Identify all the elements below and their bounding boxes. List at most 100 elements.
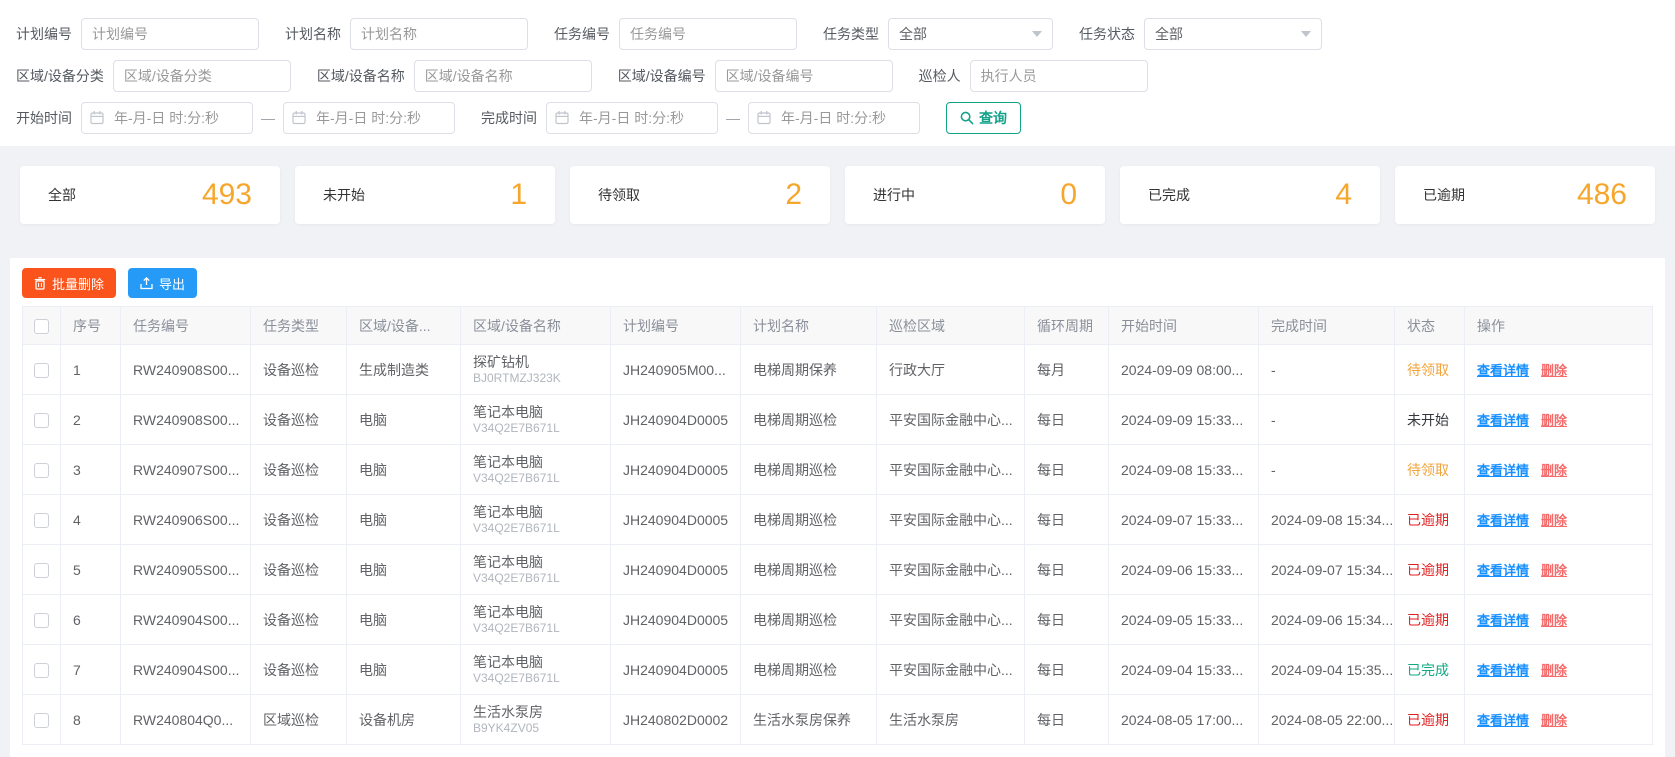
stat-card-overdue[interactable]: 已逾期 486 — [1395, 166, 1655, 224]
cell-area-name: 笔记本电脑 V34Q2E7B671L — [460, 444, 611, 495]
table-toolbar: 批量删除 导出 — [22, 268, 1653, 298]
select-all-checkbox[interactable] — [34, 318, 49, 334]
export-icon — [140, 276, 153, 290]
inspector-input[interactable] — [969, 60, 1148, 92]
start-time-from-input[interactable] — [81, 102, 253, 134]
stat-card-all[interactable]: 全部 493 — [20, 166, 280, 224]
start-time-to-input[interactable] — [283, 102, 455, 134]
stat-label: 待领取 — [598, 187, 640, 203]
row-checkbox[interactable] — [34, 562, 49, 578]
table-row: 8 RW240804Q0... 区域巡检 设备机房 生活水泵房 B9YK4ZV05 JH24… — [22, 694, 1653, 745]
stat-card-completed[interactable]: 已完成 4 — [1120, 166, 1380, 224]
cell-region: 平安国际金融中心... — [876, 544, 1025, 595]
col-seq: 序号 — [60, 306, 121, 345]
area-category-input[interactable] — [112, 60, 291, 92]
delete-link[interactable]: 删除 — [1541, 363, 1567, 378]
cell-cycle: 每日 — [1024, 594, 1109, 645]
view-detail-link[interactable]: 查看详情 — [1477, 613, 1529, 628]
delete-link[interactable]: 删除 — [1541, 413, 1567, 428]
cell-start-time: 2024-09-05 15:33... — [1108, 594, 1259, 645]
row-checkbox[interactable] — [34, 462, 49, 478]
task-type-select[interactable]: 全部 — [888, 18, 1053, 50]
cell-plan-no: JH240802D0002 — [610, 694, 741, 745]
cell-task-no: RW240908S00... — [120, 344, 251, 395]
task-status-select[interactable]: 全部 — [1144, 18, 1322, 50]
plan-name-input[interactable] — [350, 18, 528, 50]
cell-seq: 3 — [60, 444, 121, 495]
cell-status: 已逾期 — [1394, 594, 1465, 645]
cell-seq: 6 — [60, 594, 121, 645]
batch-delete-button[interactable]: 批量删除 — [22, 268, 117, 298]
view-detail-link[interactable]: 查看详情 — [1477, 713, 1529, 728]
stat-label: 已完成 — [1148, 187, 1190, 203]
row-checkbox[interactable] — [34, 612, 49, 628]
cell-cycle: 每月 — [1024, 344, 1109, 395]
batch-delete-label: 批量删除 — [52, 276, 105, 292]
task-no-label: 任务编号 — [554, 26, 610, 42]
calendar-icon — [757, 110, 771, 128]
task-no-input[interactable] — [619, 18, 797, 50]
stat-card-not-started[interactable]: 未开始 1 — [295, 166, 555, 224]
area-name-text: 笔记本电脑 — [473, 603, 543, 620]
cell-actions: 查看详情 删除 — [1464, 694, 1653, 745]
cell-area-name: 笔记本电脑 V34Q2E7B671L — [460, 494, 611, 545]
area-code-text: B9YK4ZV05 — [473, 720, 540, 735]
stat-value: 493 — [201, 178, 252, 211]
col-status: 状态 — [1394, 306, 1465, 345]
calendar-icon — [292, 110, 306, 128]
cell-task-no: RW240908S00... — [120, 394, 251, 445]
row-checkbox[interactable] — [34, 512, 49, 528]
cell-cycle: 每日 — [1024, 494, 1109, 545]
status-badge: 已逾期 — [1407, 611, 1449, 628]
delete-link[interactable]: 删除 — [1541, 663, 1567, 678]
view-detail-link[interactable]: 查看详情 — [1477, 663, 1529, 678]
status-badge: 已逾期 — [1407, 561, 1449, 578]
task-type-label: 任务类型 — [823, 26, 879, 42]
area-name-input[interactable] — [413, 60, 592, 92]
cell-seq: 5 — [60, 544, 121, 595]
row-checkbox[interactable] — [34, 362, 49, 378]
row-checkbox[interactable] — [34, 412, 49, 428]
filter-panel: 计划编号 计划名称 任务编号 任务类型 全部 任务状态 全部 — [0, 0, 1675, 146]
finish-time-from-input[interactable] — [546, 102, 718, 134]
area-no-input[interactable] — [714, 60, 893, 92]
col-cycle: 循环周期 — [1024, 306, 1109, 345]
area-no-label: 区域/设备编号 — [617, 68, 706, 84]
delete-link[interactable]: 删除 — [1541, 463, 1567, 478]
cell-plan-name: 生活水泵房保养 — [740, 694, 877, 745]
plan-no-input[interactable] — [81, 18, 259, 50]
view-detail-link[interactable]: 查看详情 — [1477, 363, 1529, 378]
cell-plan-no: JH240904D0005 — [610, 644, 741, 695]
delete-link[interactable]: 删除 — [1541, 713, 1567, 728]
area-name-text: 探矿钻机 — [473, 353, 529, 370]
search-button[interactable]: 查询 — [946, 102, 1021, 134]
area-name-text: 生活水泵房 — [473, 703, 543, 720]
delete-link[interactable]: 删除 — [1541, 613, 1567, 628]
row-checkbox[interactable] — [34, 662, 49, 678]
cell-plan-name: 电梯周期巡检 — [740, 544, 877, 595]
cell-task-type: 设备巡检 — [250, 494, 347, 545]
view-detail-link[interactable]: 查看详情 — [1477, 563, 1529, 578]
cell-task-type: 设备巡检 — [250, 394, 347, 445]
view-detail-link[interactable]: 查看详情 — [1477, 463, 1529, 478]
cell-finish-time: 2024-09-04 15:35... — [1258, 644, 1395, 695]
stat-card-to-claim[interactable]: 待领取 2 — [570, 166, 830, 224]
view-detail-link[interactable]: 查看详情 — [1477, 513, 1529, 528]
table-header-row: 序号 任务编号 任务类型 区域/设备... 区域/设备名称 计划编号 计划名称 … — [22, 306, 1653, 345]
cell-cycle: 每日 — [1024, 544, 1109, 595]
delete-link[interactable]: 删除 — [1541, 563, 1567, 578]
stat-label: 已逾期 — [1423, 187, 1465, 203]
cell-task-no: RW240905S00... — [120, 544, 251, 595]
cell-start-time: 2024-09-06 15:33... — [1108, 544, 1259, 595]
view-detail-link[interactable]: 查看详情 — [1477, 413, 1529, 428]
row-checkbox[interactable] — [34, 712, 49, 728]
finish-time-to-input[interactable] — [748, 102, 920, 134]
cell-seq: 8 — [60, 694, 121, 745]
chevron-down-icon — [1301, 31, 1311, 37]
delete-link[interactable]: 删除 — [1541, 513, 1567, 528]
cell-task-type: 设备巡检 — [250, 444, 347, 495]
export-button[interactable]: 导出 — [128, 268, 198, 298]
cell-actions: 查看详情 删除 — [1464, 444, 1653, 495]
area-name-text: 笔记本电脑 — [473, 653, 543, 670]
stat-card-in-progress[interactable]: 进行中 0 — [845, 166, 1105, 224]
